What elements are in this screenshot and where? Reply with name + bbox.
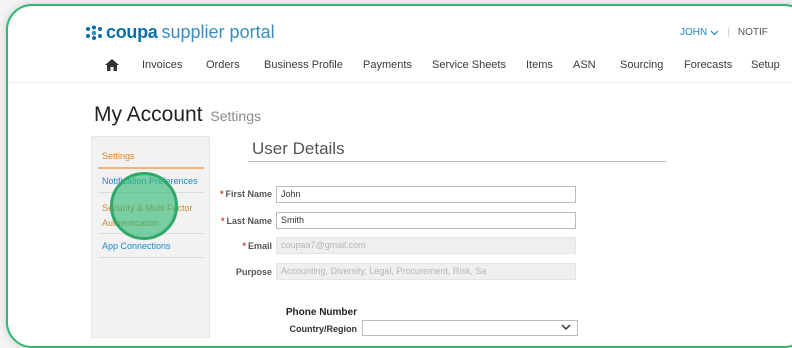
- brand-tagline: supplier portal: [161, 22, 275, 42]
- first-name-input[interactable]: John: [276, 186, 576, 203]
- coupa-logo-icon: [86, 25, 102, 40]
- brand-name: coupa: [106, 22, 158, 42]
- section-divider: [248, 161, 666, 162]
- page-subtitle: Settings: [210, 108, 261, 124]
- sidebar-item-settings[interactable]: Settings: [102, 151, 135, 161]
- nav-items[interactable]: Items: [526, 59, 553, 71]
- main-nav: Invoices Orders Business Profile Payment…: [8, 59, 792, 75]
- nav-sourcing[interactable]: Sourcing: [620, 59, 663, 71]
- click-highlight: [110, 172, 178, 240]
- nav-service-sheets[interactable]: Service Sheets: [432, 59, 506, 71]
- nav-setup[interactable]: Setup: [751, 59, 780, 71]
- page-title-text: My Account: [94, 103, 203, 126]
- country-region-select[interactable]: [362, 320, 578, 336]
- email-label: * Email: [242, 241, 272, 251]
- chevron-down-icon: [561, 324, 571, 331]
- coupa-logo[interactable]: coupa supplier portal: [84, 22, 275, 43]
- nav-asn[interactable]: ASN: [573, 59, 596, 71]
- chevron-down-icon: [710, 30, 719, 35]
- nav-invoices[interactable]: Invoices: [142, 59, 182, 71]
- nav-orders[interactable]: Orders: [206, 59, 240, 71]
- purpose-input: Accounting, Diversity, Legal, Procuremen…: [276, 263, 576, 280]
- email-input: coupaa7@gmail.com: [276, 237, 576, 254]
- user-menu-button[interactable]: JOHN: [680, 27, 707, 38]
- page-title: My Account Settings: [94, 103, 261, 127]
- country-region-label: Country/Region: [289, 324, 358, 334]
- nav-divider: [8, 82, 792, 83]
- notifications-button[interactable]: NOTIF: [738, 27, 768, 38]
- purpose-label: Purpose: [235, 267, 272, 277]
- sidebar-active-underline: [98, 167, 204, 169]
- portal-window: coupa supplier portal JOHN | NOTIF Invoi…: [6, 4, 792, 348]
- last-name-input[interactable]: Smith: [276, 212, 576, 229]
- nav-business-profile[interactable]: Business Profile: [264, 59, 343, 71]
- divider: |: [727, 27, 730, 38]
- nav-forecasts[interactable]: Forecasts: [684, 59, 732, 71]
- user-area: JOHN | NOTIF: [680, 27, 768, 38]
- user-details-title: User Details: [252, 139, 345, 158]
- nav-payments[interactable]: Payments: [363, 59, 412, 71]
- divider: [98, 257, 204, 258]
- phone-number-header: Phone Number: [285, 307, 357, 318]
